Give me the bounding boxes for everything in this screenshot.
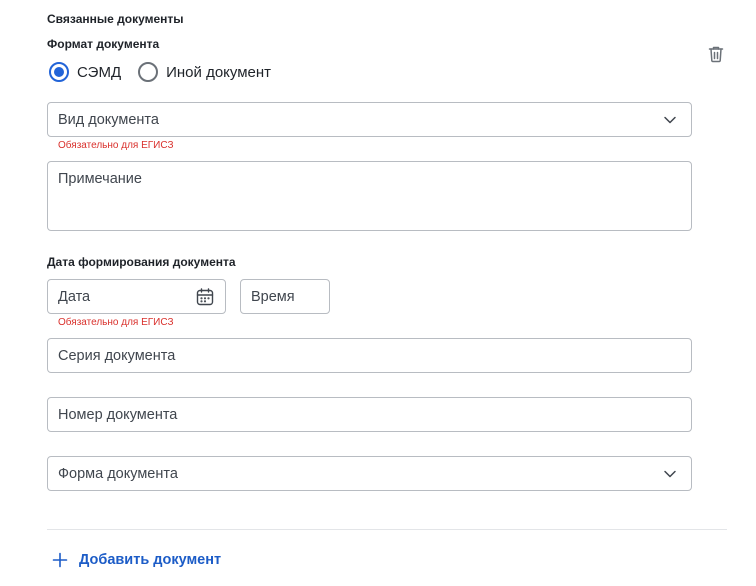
radio-semd-label: СЭМД	[77, 63, 122, 81]
document-type-select[interactable]: Вид документа	[47, 102, 692, 137]
plus-icon	[52, 552, 68, 568]
calendar-icon[interactable]	[195, 287, 215, 307]
add-document-button[interactable]: Добавить документ	[52, 552, 221, 568]
radio-other-document-circle[interactable]	[138, 62, 159, 82]
note-placeholder: Примечание	[58, 171, 142, 187]
document-number-placeholder: Номер документа	[58, 407, 178, 423]
note-textarea[interactable]: Примечание	[47, 161, 692, 231]
document-number-input[interactable]: Номер документа	[47, 397, 692, 432]
time-placeholder: Время	[251, 289, 295, 305]
document-type-placeholder: Вид документа	[58, 112, 159, 128]
chevron-down-icon	[664, 470, 676, 478]
creation-date-label: Дата формирования документа	[47, 255, 236, 269]
divider	[47, 529, 727, 530]
document-form-placeholder: Форма документа	[58, 466, 178, 482]
format-label: Формат документа	[47, 37, 160, 51]
creation-date-error: Обязательно для ЕГИСЗ	[58, 317, 174, 328]
date-input[interactable]: Дата	[47, 279, 226, 314]
radio-semd-circle[interactable]	[49, 62, 69, 82]
document-series-placeholder: Серия документа	[58, 348, 176, 364]
section-title: Связанные документы	[47, 12, 184, 26]
radio-other-document-label: Иной документ	[166, 63, 272, 81]
time-input[interactable]: Время	[240, 279, 330, 314]
date-placeholder: Дата	[58, 289, 91, 305]
radio-other-document[interactable]: Иной документ	[136, 62, 271, 82]
document-type-error: Обязательно для ЕГИСЗ	[58, 140, 174, 151]
document-series-input[interactable]: Серия документа	[47, 338, 692, 373]
add-document-label: Добавить документ	[79, 552, 222, 568]
trash-icon[interactable]	[706, 44, 726, 64]
format-radio-group: СЭМД Иной документ	[47, 61, 286, 83]
radio-semd[interactable]: СЭМД	[47, 62, 121, 82]
chevron-down-icon	[664, 116, 676, 124]
document-form-select[interactable]: Форма документа	[47, 456, 692, 491]
